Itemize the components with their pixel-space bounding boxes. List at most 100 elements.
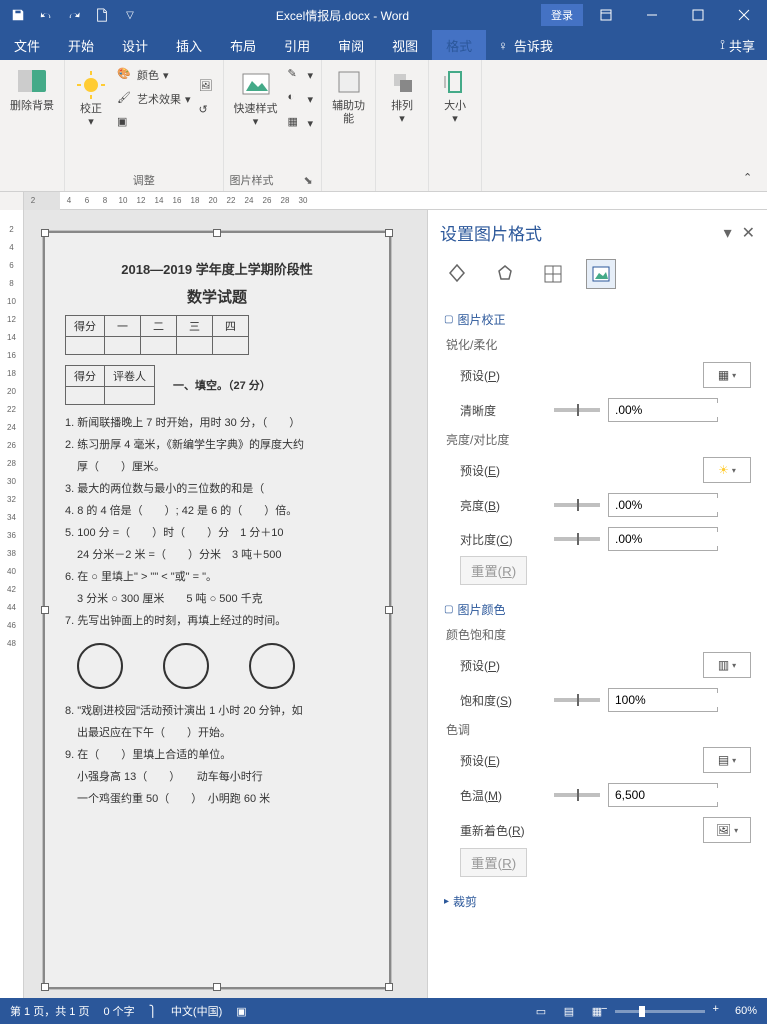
dialog-launcher-icon[interactable]: ⬊	[301, 173, 315, 187]
ribbon-display-button[interactable]	[583, 0, 629, 30]
accessibility-indicator[interactable]: ▣	[236, 1005, 246, 1018]
preset-brightness-label: 预设(E)	[460, 462, 546, 479]
effects-tab[interactable]	[490, 259, 520, 289]
word-count[interactable]: 0 个字	[103, 1003, 134, 1019]
picture-layout-button[interactable]: ▦▾	[286, 112, 316, 134]
quick-access-toolbar: ▽	[0, 1, 144, 29]
sat-preset-icon: ▥	[718, 658, 729, 672]
recolor-button[interactable]: 🖼▾	[703, 817, 751, 843]
corrections-button[interactable]: 校正▾	[71, 67, 111, 131]
group-arrange: 排列▾	[376, 60, 429, 191]
brush-icon: 🖌	[117, 91, 133, 107]
palette-icon: 🎨	[117, 67, 133, 83]
quick-styles-button[interactable]: 快速样式▾	[230, 67, 282, 131]
arrange-button[interactable]: 排列▾	[382, 64, 422, 128]
zoom-slider[interactable]	[615, 1010, 705, 1013]
tab-references[interactable]: 引用	[270, 30, 324, 60]
page-indicator[interactable]: 第 1 页，共 1 页	[10, 1003, 89, 1019]
title-bar: ▽ Excel情报局.docx - Word 登录	[0, 0, 767, 30]
section-crop[interactable]: ▸裁剪	[444, 889, 751, 914]
horizontal-ruler[interactable]: 24681012141618202224262830	[0, 192, 767, 210]
section-picture-color[interactable]: ▢图片颜色	[444, 597, 751, 622]
qat-customize-button[interactable]: ▽	[116, 1, 144, 29]
preset-saturation-button[interactable]: ▥▾	[703, 652, 751, 678]
temperature-label: 色温(M)	[460, 787, 546, 804]
maximize-button[interactable]	[675, 0, 721, 30]
login-button[interactable]: 登录	[541, 4, 583, 26]
preset-brightness-button[interactable]: ☀▾	[703, 457, 751, 483]
window-controls: 登录	[541, 0, 767, 30]
clarity-slider[interactable]	[554, 408, 600, 412]
remove-background-button[interactable]: 删除背景	[6, 64, 58, 115]
language-indicator[interactable]: 中文(中国)	[171, 1003, 222, 1019]
saturation-slider[interactable]	[554, 698, 600, 702]
picture-border-button[interactable]: ✎▾	[286, 64, 316, 86]
clarity-input[interactable]: ▴▾	[608, 398, 718, 422]
saturation-input[interactable]: ▴▾	[608, 688, 718, 712]
share-button[interactable]: ⟟ 共享	[708, 30, 767, 60]
size-button[interactable]: 大小▾	[435, 64, 475, 128]
document-content: 2018—2019 学年度上学期阶段性 数学试题 得分一二三四 得分评卷人 一、…	[45, 233, 389, 831]
layout-tab[interactable]	[538, 259, 568, 289]
compress-icon: ▣	[117, 115, 133, 131]
reset-corrections-button[interactable]: 重置(R)	[460, 556, 527, 585]
print-layout-button[interactable]: ▤	[559, 1002, 579, 1020]
undo-button[interactable]	[32, 1, 60, 29]
accessibility-button[interactable]: 辅助功 能	[328, 64, 369, 128]
document-title: Excel情报局.docx - Word	[144, 7, 541, 24]
pane-title: 设置图片格式	[440, 220, 542, 245]
pane-close-button[interactable]: ✕	[742, 223, 755, 243]
tab-home[interactable]: 开始	[54, 30, 108, 60]
save-button[interactable]	[4, 1, 32, 29]
document-page: 2018—2019 学年度上学期阶段性 数学试题 得分一二三四 得分评卷人 一、…	[42, 230, 392, 990]
brightness-input[interactable]: ▴▾	[608, 493, 718, 517]
reset-color-button[interactable]: 重置(R)	[460, 848, 527, 877]
collapse-ribbon-button[interactable]: ⌃	[743, 171, 763, 187]
remove-bg-icon	[16, 66, 48, 98]
spellcheck-icon[interactable]: ⎫	[149, 1005, 157, 1018]
document-area[interactable]: 2018—2019 学年度上学期阶段性 数学试题 得分一二三四 得分评卷人 一、…	[24, 210, 427, 1018]
brightness-slider[interactable]	[554, 503, 600, 507]
contrast-slider[interactable]	[554, 537, 600, 541]
sun-preset-icon: ☀	[718, 463, 729, 477]
redo-button[interactable]	[60, 1, 88, 29]
fill-tab[interactable]	[442, 259, 472, 289]
reset-icon: ↺	[199, 103, 215, 119]
tab-file[interactable]: 文件	[0, 30, 54, 60]
change-picture-button[interactable]: 🖼	[197, 76, 217, 98]
temperature-slider[interactable]	[554, 793, 600, 797]
tab-design[interactable]: 设计	[108, 30, 162, 60]
tab-view[interactable]: 视图	[378, 30, 432, 60]
tab-layout[interactable]: 布局	[216, 30, 270, 60]
zoom-level[interactable]: 60%	[735, 1005, 757, 1017]
new-doc-button[interactable]	[88, 1, 116, 29]
read-mode-button[interactable]: ▭	[531, 1002, 551, 1020]
contrast-label: 对比度(C)	[460, 531, 546, 548]
color-button[interactable]: 🎨颜色 ▾	[115, 64, 193, 86]
close-button[interactable]	[721, 0, 767, 30]
reset-picture-button[interactable]: ↺	[197, 100, 217, 122]
artistic-effects-button[interactable]: 🖌艺术效果 ▾	[115, 88, 193, 110]
group-adjust: 校正▾ 🎨颜色 ▾ 🖌艺术效果 ▾ ▣ 🖼 ↺ 调整	[65, 60, 224, 191]
sun-icon	[75, 69, 107, 101]
picture-tab[interactable]	[586, 259, 616, 289]
minimize-button[interactable]	[629, 0, 675, 30]
compress-button[interactable]: ▣	[115, 112, 193, 134]
saturation-label: 饱和度(S)	[460, 692, 546, 709]
picture-effects-button[interactable]: ◐▾	[286, 88, 316, 110]
section-picture-corrections[interactable]: ▢图片校正	[444, 307, 751, 332]
selected-image[interactable]: 2018—2019 学年度上学期阶段性 数学试题 得分一二三四 得分评卷人 一、…	[43, 231, 391, 989]
preset-tone-button[interactable]: ▤▾	[703, 747, 751, 773]
status-bar: 第 1 页，共 1 页 0 个字 ⎫ 中文(中国) ▣ ▭ ▤ ▦ 60%	[0, 998, 767, 1024]
preset-sharpen-button[interactable]: ▦▾	[703, 362, 751, 388]
tab-insert[interactable]: 插入	[162, 30, 216, 60]
tab-review[interactable]: 审阅	[324, 30, 378, 60]
pane-options-button[interactable]: ▾	[724, 223, 732, 243]
tell-me-search[interactable]: ♀ 告诉我	[486, 30, 565, 60]
group-picture-styles: 快速样式▾ ✎▾ ◐▾ ▦▾ 图片样式⬊	[224, 60, 323, 191]
tab-format[interactable]: 格式	[432, 30, 486, 60]
vertical-ruler[interactable]: 2468101214161820222426283032343638404244…	[0, 210, 24, 1018]
size-icon	[439, 66, 471, 98]
temperature-input[interactable]: ▴▾	[608, 783, 718, 807]
contrast-input[interactable]: ▴▾	[608, 527, 718, 551]
